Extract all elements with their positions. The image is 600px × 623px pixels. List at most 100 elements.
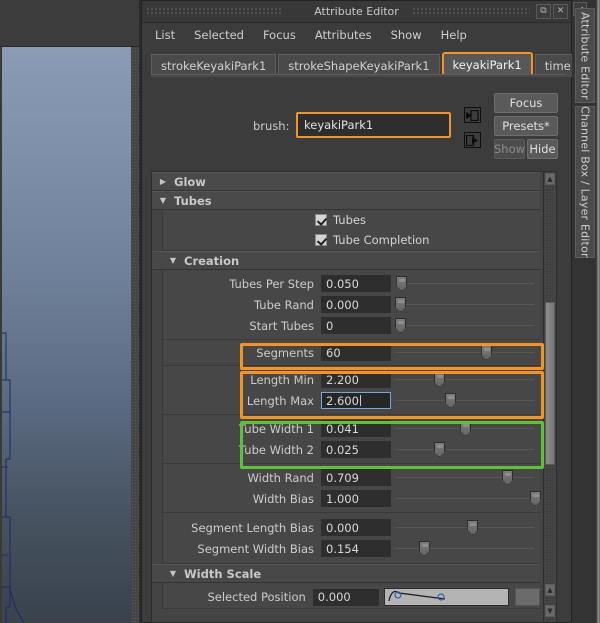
close-icon[interactable]: ✕ <box>553 4 568 19</box>
arrow-into-box-glyph <box>466 109 479 121</box>
slider-thumb[interactable] <box>418 541 430 556</box>
scroll-up-arrow-icon-2[interactable]: ▲ <box>545 584 555 596</box>
hide-button[interactable]: Hide <box>527 139 558 159</box>
mesh-wireframe-icon <box>2 332 25 623</box>
slider-thumb[interactable] <box>460 421 472 436</box>
attr-label-segment-width-bias: Segment Width Bias <box>197 541 314 556</box>
restore-icon[interactable]: ⧉ <box>536 4 551 19</box>
attr-row-segments: Segments 60 <box>163 342 540 363</box>
section-label-width-scale: Width Scale <box>184 566 262 581</box>
menu-focus[interactable]: Focus <box>255 25 304 45</box>
slider-thumb[interactable] <box>433 372 445 387</box>
attr-slider-segments[interactable] <box>395 344 534 361</box>
slider-thumb[interactable] <box>445 393 457 408</box>
attr-label-segment-length-bias: Segment Length Bias <box>191 520 314 535</box>
arrow-out-of-box-icon[interactable] <box>464 132 481 148</box>
vtab-label-attribute-editor: Attribute Editor <box>578 11 592 100</box>
vtab-attribute-editor[interactable]: Attribute Editor <box>575 8 595 103</box>
attr-label-tubes-per-step: Tubes Per Step <box>229 276 314 291</box>
attr-slider-width-rand[interactable] <box>395 469 534 486</box>
attr-input-tube-rand[interactable]: 0.000 <box>321 296 391 313</box>
attribute-list-scrollbar[interactable]: ▲ ▲ ▼ <box>543 171 557 623</box>
chevron-right-icon: ▶ <box>159 177 167 186</box>
attr-slider-segment-width-bias[interactable] <box>395 540 534 557</box>
viewport-grip-strip[interactable] <box>131 47 139 623</box>
attr-input-tube-width-2[interactable]: 0.025 <box>321 441 391 458</box>
slider-thumb[interactable] <box>395 318 406 333</box>
menu-help[interactable]: Help <box>433 25 475 45</box>
presets-button[interactable]: Presets* <box>494 116 558 136</box>
show-button[interactable]: Show <box>494 139 525 159</box>
checkbox-label-tubes: Tubes <box>333 213 366 227</box>
slider-thumb[interactable] <box>529 491 541 506</box>
section-header-tubes[interactable]: ▼ Tubes <box>152 191 540 210</box>
checkbox-row-tube-completion[interactable]: Tube Completion <box>163 230 540 250</box>
window-buttons: ⧉ ✕ <box>536 4 568 19</box>
attr-input-width-bias[interactable]: 1.000 <box>321 490 391 507</box>
attr-input-segments[interactable]: 60 <box>321 344 391 361</box>
slider-thumb[interactable] <box>396 276 408 291</box>
vtab-label-channel-box: Channel Box / Layer Editor <box>578 106 592 258</box>
attr-label-width-rand: Width Rand <box>247 470 314 485</box>
menu-show[interactable]: Show <box>383 25 430 45</box>
attr-slider-start-tubes[interactable] <box>395 317 534 334</box>
viewport-panel[interactable] <box>0 0 139 623</box>
slider-thumb[interactable] <box>467 520 479 535</box>
attr-slider-segment-length-bias[interactable] <box>395 519 534 536</box>
checkbox-row-tubes[interactable]: Tubes <box>163 210 540 230</box>
section-label-glow: Glow <box>174 174 206 189</box>
scroll-down-arrow-icon[interactable]: ▼ <box>545 605 555 617</box>
attr-input-length-min[interactable]: 2.200 <box>321 371 391 388</box>
slider-track <box>395 400 534 401</box>
attr-slider-tubes-per-step[interactable] <box>395 275 534 292</box>
attribute-list: ▶ Glow ▼ Tubes Tubes Tube Completion ▼ C… <box>151 171 556 623</box>
slider-thumb[interactable] <box>481 345 493 360</box>
text-caret <box>359 395 361 406</box>
attr-row-tube-width-2: Tube Width 2 0.025 <box>163 439 540 460</box>
scroll-up-arrow-icon[interactable]: ▲ <box>545 173 555 185</box>
attr-input-segment-width-bias[interactable]: 0.154 <box>321 540 391 557</box>
attr-slider-length-min[interactable] <box>395 371 534 388</box>
attr-slider-tube-width-1[interactable] <box>395 420 534 437</box>
attr-input-length-max-text: 2.600 <box>326 393 359 408</box>
attr-input-width-rand[interactable]: 0.709 <box>321 469 391 486</box>
attr-slider-width-bias[interactable] <box>395 490 541 507</box>
width-scale-graph[interactable] <box>384 588 510 606</box>
arrow-into-box-icon[interactable] <box>464 107 481 123</box>
brush-name-input[interactable]: keyakiPark1 <box>296 112 451 138</box>
slider-thumb[interactable] <box>395 297 406 312</box>
checkbox-tube-completion[interactable] <box>315 234 327 246</box>
section-header-width-scale[interactable]: ▼ Width Scale <box>152 564 540 583</box>
section-header-glow[interactable]: ▶ Glow <box>152 172 540 191</box>
scrollbar-thumb[interactable] <box>545 302 555 465</box>
attr-row-length-min: Length Min 2.200 <box>163 369 540 390</box>
vtab-channel-box[interactable]: Channel Box / Layer Editor <box>575 106 595 258</box>
slider-track <box>395 498 534 499</box>
window-titlebar[interactable]: Attribute Editor ⧉ ✕ <box>142 1 571 23</box>
attr-label-tube-width-1: Tube Width 1 <box>239 421 314 436</box>
slider-track <box>395 304 534 305</box>
attr-slider-tube-width-2[interactable] <box>395 441 534 458</box>
section-header-creation[interactable]: ▼ Creation <box>152 251 540 270</box>
attr-input-tubes-per-step[interactable]: 0.050 <box>321 275 391 292</box>
attr-label-segments: Segments <box>256 345 314 360</box>
menu-attributes[interactable]: Attributes <box>307 25 380 45</box>
attr-input-tube-width-1[interactable]: 0.041 <box>321 420 391 437</box>
width-scale-button[interactable] <box>515 588 540 606</box>
attr-input-length-max[interactable]: 2.600 <box>321 392 391 409</box>
attr-slider-length-max[interactable] <box>395 392 534 409</box>
attr-input-selected-position[interactable]: 0.000 <box>312 588 380 606</box>
slider-thumb[interactable] <box>433 442 445 457</box>
width-scale-curve-icon <box>388 590 446 602</box>
checkbox-tubes[interactable] <box>315 214 327 226</box>
menu-list[interactable]: List <box>147 25 183 45</box>
attr-input-start-tubes[interactable]: 0 <box>321 317 391 334</box>
attr-slider-tube-rand[interactable] <box>395 296 534 313</box>
viewport-canvas[interactable] <box>0 47 131 623</box>
attr-input-segment-length-bias[interactable]: 0.000 <box>321 519 391 536</box>
menu-selected[interactable]: Selected <box>186 25 252 45</box>
focus-button[interactable]: Focus <box>494 93 558 113</box>
titlebar-grip-right <box>412 7 530 16</box>
attr-row-segment-length-bias: Segment Length Bias 0.000 <box>163 517 540 538</box>
slider-thumb[interactable] <box>502 470 514 485</box>
